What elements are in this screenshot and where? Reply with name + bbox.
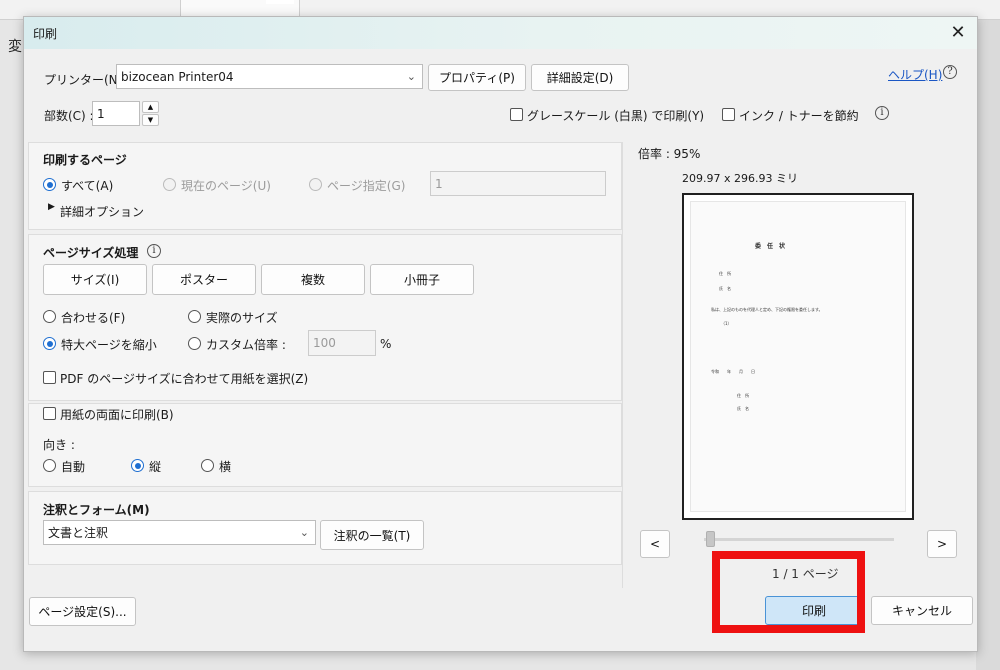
shrink-label: 特大ページを縮小 [61, 338, 157, 352]
printer-select-value: bizocean Printer04 [121, 69, 234, 84]
page-preview-paper: 委 任 状 住 所 氏 名 私は、上記のものを代理人と定め、下記の権限を委任しま… [690, 201, 906, 512]
cancel-button[interactable]: キャンセル [871, 596, 973, 625]
close-icon[interactable]: ✕ [945, 20, 971, 46]
page-sizing-info-icon[interactable]: i [147, 244, 161, 258]
orientation-landscape-radio[interactable] [201, 459, 214, 472]
tab-size[interactable]: サイズ(I) [43, 264, 147, 295]
highlight-box [712, 551, 865, 633]
fit-label: 合わせる(F) [61, 311, 126, 325]
chevron-down-icon: ⌄ [406, 69, 416, 83]
doc-title: 委 任 状 [755, 243, 786, 250]
summarize-comments-button[interactable]: 注釈の一覧(T) [320, 520, 424, 550]
comments-forms-select[interactable]: 文書と注釈 ⌄ [43, 520, 316, 545]
pages-current-radio[interactable] [163, 178, 176, 191]
chevron-down-icon: ⌄ [299, 525, 309, 539]
grayscale-label: グレースケール (白黒) で印刷(Y) [527, 109, 705, 123]
custom-scale-radio[interactable] [188, 337, 201, 350]
pdf-page-size-label: PDF のページサイズに合わせて用紙を選択(Z) [60, 372, 309, 386]
advanced-button[interactable]: 詳細設定(D) [531, 64, 629, 91]
duplex-checkbox[interactable] [43, 407, 56, 420]
orientation-portrait-radio[interactable] [131, 459, 144, 472]
background-left-text: 変 [8, 39, 22, 55]
orientation-label: 向き : [43, 438, 75, 452]
printer-select[interactable]: bizocean Printer04 ⌄ [116, 64, 423, 89]
tab-booklet[interactable]: 小冊子 [370, 264, 474, 295]
orientation-portrait-label: 縦 [149, 460, 162, 474]
actual-size-radio[interactable] [188, 310, 201, 323]
save-ink-label: インク / トナーを節約 [739, 109, 859, 123]
custom-scale-label: カスタム倍率 : [206, 338, 286, 352]
doc-line: 住 所 [737, 393, 749, 398]
page-preview: 委 任 状 住 所 氏 名 私は、上記のものを代理人と定め、下記の権限を委任しま… [682, 193, 914, 520]
pages-range-radio[interactable] [309, 178, 322, 191]
custom-scale-input[interactable]: 100 [308, 330, 376, 356]
dialog-titlebar: 印刷 ✕ [24, 17, 977, 49]
comments-forms-value: 文書と注釈 [48, 526, 109, 540]
background-right-strip [976, 20, 1000, 670]
help-question-icon[interactable]: ? [943, 65, 957, 79]
doc-line: 住 所 [719, 271, 731, 276]
info-icon[interactable]: i [875, 106, 889, 120]
pages-range-input[interactable]: 1 [430, 171, 606, 196]
tab-poster[interactable]: ポスター [152, 264, 256, 295]
page-setup-button[interactable]: ページ設定(S)... [29, 597, 136, 626]
tab-multiple[interactable]: 複数 [261, 264, 365, 295]
doc-line: 氏 名 [719, 286, 731, 291]
more-options-label[interactable]: 詳細オプション [60, 203, 144, 220]
pages-range-label: ページ指定(G) [327, 179, 406, 193]
doc-line: 令和 年 月 日 [711, 369, 755, 374]
pdf-page-size-checkbox[interactable] [43, 371, 56, 384]
percent-sign: % [380, 337, 392, 351]
comments-forms-title: 注釈とフォーム(M) [43, 503, 150, 517]
prev-page-button[interactable]: < [640, 530, 670, 558]
shrink-radio[interactable] [43, 337, 56, 350]
fit-radio[interactable] [43, 310, 56, 323]
preview-scale: 倍率 : 95% [638, 147, 701, 161]
page-slider-thumb[interactable] [706, 531, 715, 547]
page-slider-track[interactable] [704, 538, 894, 541]
copies-down-icon[interactable]: ▼ [142, 114, 159, 126]
save-ink-checkbox[interactable] [722, 108, 735, 121]
help-link[interactable]: ヘルプ(H) [888, 66, 942, 83]
dialog-title: 印刷 [33, 27, 58, 41]
duplex-label: 用紙の両面に印刷(B) [60, 408, 174, 422]
copies-input[interactable]: 1 [92, 101, 140, 126]
triangle-right-icon[interactable]: ▶ [48, 202, 55, 212]
doc-line: 氏 名 [737, 406, 749, 411]
properties-button[interactable]: プロパティ(P) [428, 64, 526, 91]
pages-to-print-title: 印刷するページ [43, 153, 127, 167]
next-page-button[interactable]: > [927, 530, 957, 558]
orientation-auto-radio[interactable] [43, 459, 56, 472]
pages-all-radio[interactable] [43, 178, 56, 191]
orientation-auto-label: 自動 [61, 460, 86, 474]
copies-label: 部数(C) : [44, 109, 94, 123]
actual-size-label: 実際のサイズ [206, 311, 278, 325]
orientation-landscape-label: 横 [219, 460, 232, 474]
preview-size: 209.97 x 296.93 ミリ [682, 172, 798, 185]
grayscale-checkbox[interactable] [510, 108, 523, 121]
doc-line: 私は、上記のものを代理人と定め、下記の権限を委任します。 [711, 307, 823, 312]
copies-up-icon[interactable]: ▲ [142, 101, 159, 113]
page-sizing-title: ページサイズ処理 [43, 246, 139, 260]
doc-line: （1） [721, 321, 732, 326]
pages-all-label: すべて(A) [61, 179, 114, 193]
background-tab-marker [266, 0, 294, 4]
pages-current-label: 現在のページ(U) [181, 179, 271, 193]
